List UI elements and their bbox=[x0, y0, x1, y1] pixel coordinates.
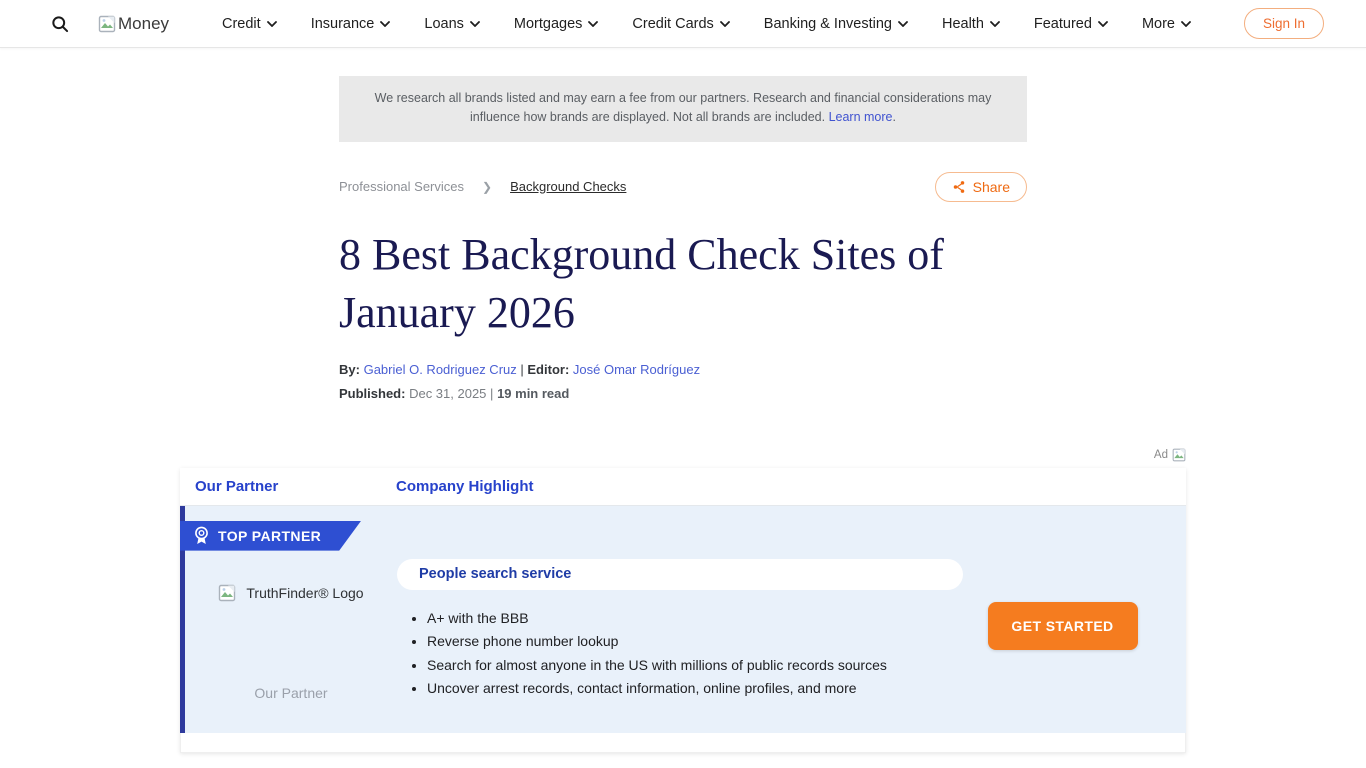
ribbon-label: TOP PARTNER bbox=[218, 528, 321, 544]
our-partner-caption: Our Partner bbox=[254, 685, 327, 701]
nav-item-health[interactable]: Health bbox=[942, 16, 1000, 32]
nav-item-credit-cards[interactable]: Credit Cards bbox=[632, 16, 729, 32]
breadcrumb-row: Professional Services ❯ Background Check… bbox=[339, 172, 1027, 202]
card-header-row: Our Partner Company Highlight bbox=[180, 468, 1186, 506]
company-highlight-column: People search service A+ with the BBB Re… bbox=[397, 559, 963, 715]
ad-slot: Ad bbox=[180, 448, 1186, 462]
editor-link[interactable]: José Omar Rodríguez bbox=[573, 362, 700, 377]
top-partner-row: TOP PARTNER TruthFinder® Logo Our Partne… bbox=[180, 506, 1186, 733]
chevron-down-icon bbox=[898, 21, 908, 27]
highlight-bullet-list: A+ with the BBB Reverse phone number loo… bbox=[397, 610, 963, 697]
chevron-down-icon bbox=[380, 21, 390, 27]
chevron-right-icon: ❯ bbox=[482, 180, 492, 194]
page-title: 8 Best Background Check Sites of January… bbox=[339, 226, 1039, 342]
search-icon[interactable] bbox=[50, 13, 72, 35]
chevron-down-icon bbox=[470, 21, 480, 27]
disclosure-text: We research all brands listed and may ea… bbox=[375, 91, 992, 124]
share-label: Share bbox=[973, 179, 1010, 195]
nav-item-more[interactable]: More bbox=[1142, 16, 1191, 32]
partner-comparison-card: Our Partner Company Highlight TOP PARTNE… bbox=[180, 468, 1186, 753]
nav-item-loans[interactable]: Loans bbox=[424, 16, 480, 32]
nav-item-insurance[interactable]: Insurance bbox=[311, 16, 391, 32]
top-navigation: Money Credit Insurance Loans Mortgages C… bbox=[0, 0, 1366, 48]
chevron-down-icon bbox=[1181, 21, 1191, 27]
partner-logo[interactable]: TruthFinder® Logo bbox=[218, 584, 363, 602]
chevron-down-icon bbox=[1098, 21, 1108, 27]
column-header-company-highlight: Company Highlight bbox=[396, 478, 534, 495]
highlight-bullet: A+ with the BBB bbox=[427, 610, 963, 626]
breadcrumb: Professional Services ❯ Background Check… bbox=[339, 179, 626, 194]
get-started-button[interactable]: GET STARTED bbox=[988, 602, 1138, 650]
partner-logo-column: TruthFinder® Logo Our Partner bbox=[185, 559, 397, 715]
nav-item-credit[interactable]: Credit bbox=[222, 16, 277, 32]
learn-more-link[interactable]: Learn more bbox=[829, 110, 893, 124]
published-date: Dec 31, 2025 bbox=[409, 386, 486, 401]
broken-image-icon bbox=[1172, 448, 1186, 462]
site-logo[interactable]: Money bbox=[98, 14, 169, 34]
nav-item-mortgages[interactable]: Mortgages bbox=[514, 16, 599, 32]
chevron-down-icon bbox=[267, 21, 277, 27]
top-partner-ribbon: TOP PARTNER bbox=[180, 521, 361, 551]
sign-in-button[interactable]: Sign In bbox=[1244, 8, 1324, 39]
share-icon bbox=[952, 180, 966, 194]
chevron-down-icon bbox=[588, 21, 598, 27]
nav-item-featured[interactable]: Featured bbox=[1034, 16, 1108, 32]
highlight-bullet: Uncover arrest records, contact informat… bbox=[427, 680, 963, 696]
ad-label: Ad bbox=[1154, 449, 1168, 461]
highlight-bullet: Reverse phone number lookup bbox=[427, 633, 963, 649]
author-link[interactable]: Gabriel O. Rodriguez Cruz bbox=[364, 362, 517, 377]
column-header-our-partner: Our Partner bbox=[195, 478, 396, 495]
next-partner-row-partial bbox=[180, 733, 1186, 753]
broken-image-icon bbox=[98, 15, 116, 33]
broken-image-icon bbox=[218, 584, 236, 602]
partner-logo-alt-text: TruthFinder® Logo bbox=[246, 585, 363, 601]
cta-column: GET STARTED bbox=[963, 559, 1162, 715]
medal-icon bbox=[194, 526, 209, 545]
breadcrumb-parent[interactable]: Professional Services bbox=[339, 179, 464, 194]
chevron-down-icon bbox=[990, 21, 1000, 27]
published-line: Published: Dec 31, 2025 | 19 min read bbox=[339, 386, 1027, 401]
breadcrumb-current[interactable]: Background Checks bbox=[510, 179, 626, 194]
chevron-down-icon bbox=[720, 21, 730, 27]
main-menu: Credit Insurance Loans Mortgages Credit … bbox=[169, 16, 1244, 32]
highlight-bullet: Search for almost anyone in the US with … bbox=[427, 657, 963, 673]
advertiser-disclosure: We research all brands listed and may ea… bbox=[339, 76, 1027, 142]
service-category-pill: People search service bbox=[397, 559, 963, 590]
read-time: 19 min read bbox=[497, 386, 569, 401]
share-button[interactable]: Share bbox=[935, 172, 1027, 202]
byline: By: Gabriel O. Rodriguez Cruz | Editor: … bbox=[339, 362, 1027, 377]
logo-alt-text: Money bbox=[118, 14, 169, 34]
nav-item-banking-investing[interactable]: Banking & Investing bbox=[764, 16, 908, 32]
